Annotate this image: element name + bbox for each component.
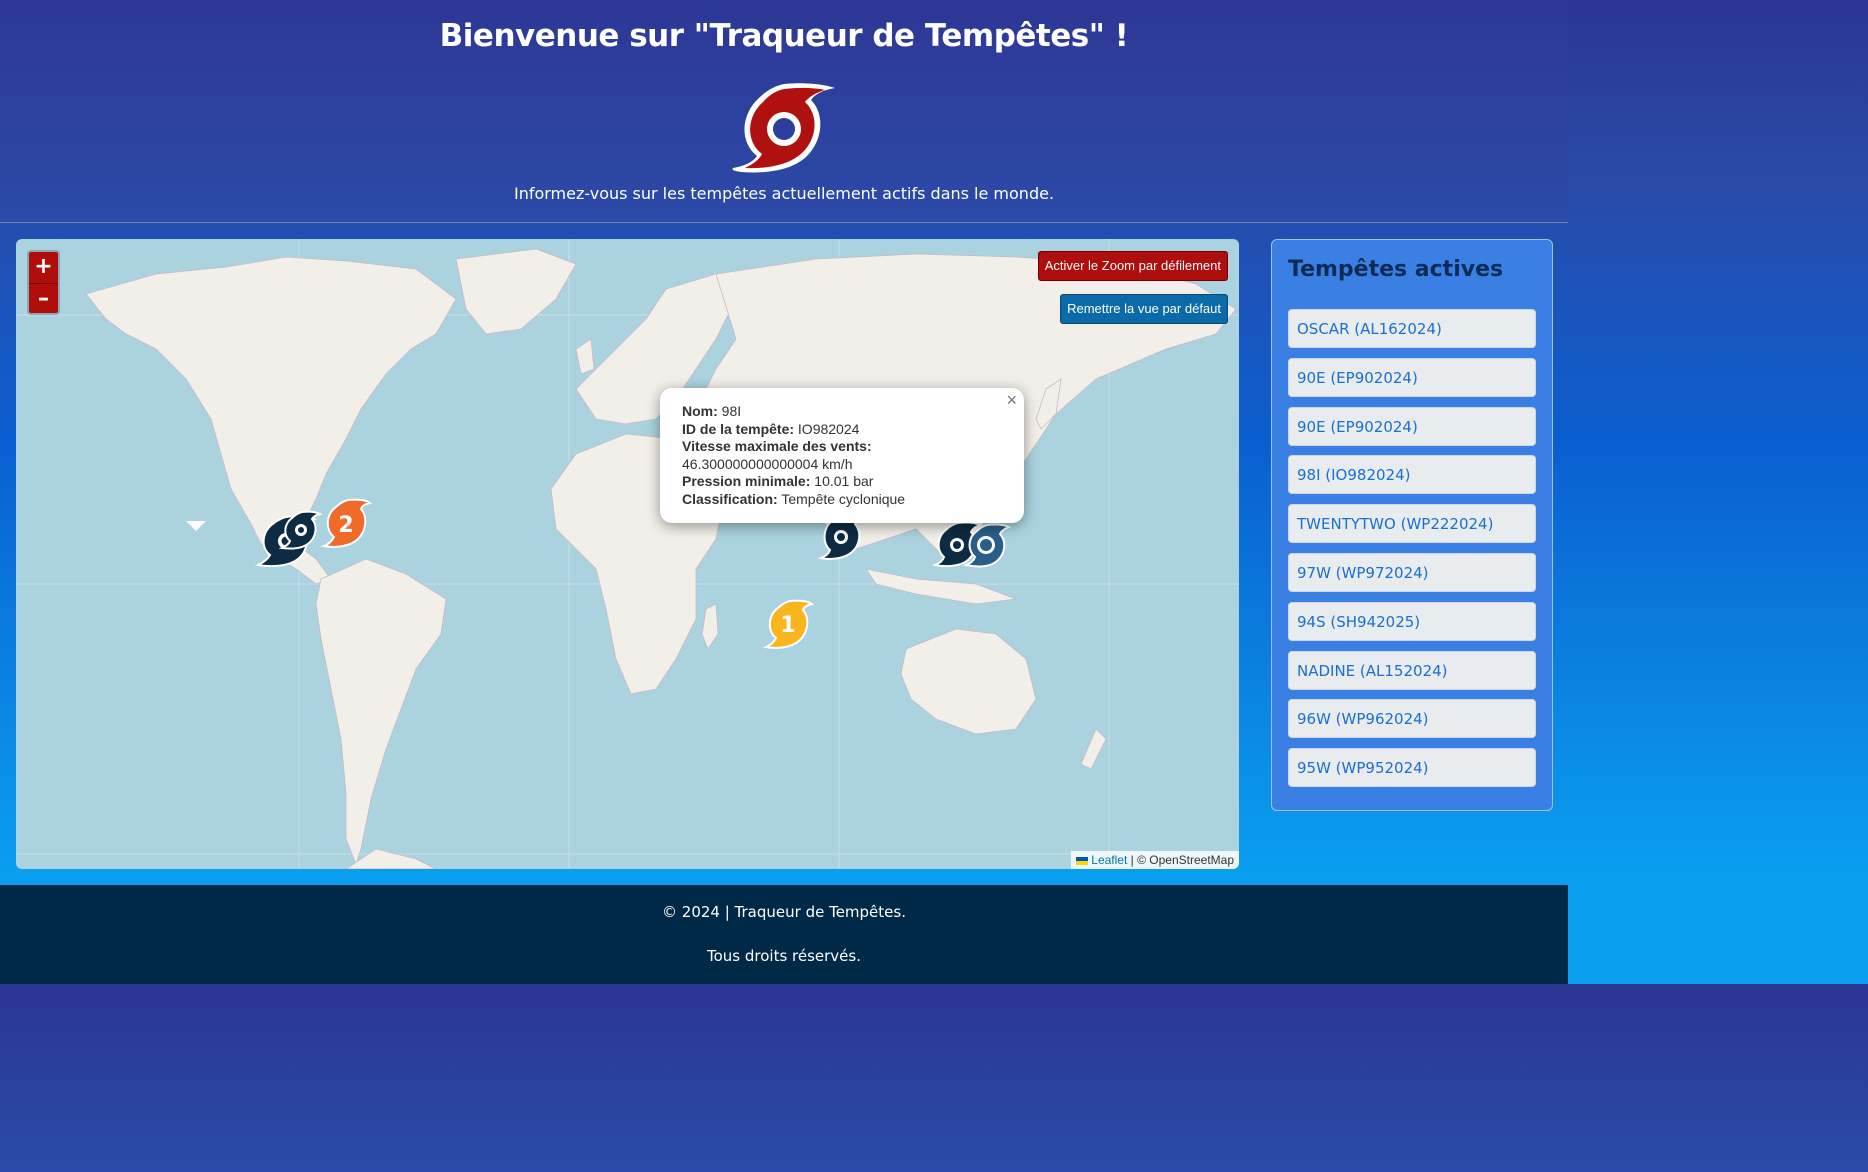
- storm-popup: × Nom: 98I ID de la tempête: IO982024 Vi…: [660, 388, 1024, 523]
- storm-list-item[interactable]: NADINE (AL152024): [1288, 650, 1536, 690]
- map-attribution: Leaflet | © OpenStreetMap: [1071, 851, 1239, 869]
- storm-list-item[interactable]: 90E (EP902024): [1288, 406, 1536, 446]
- popup-pressure-label: Pression minimale:: [682, 473, 811, 490]
- popup-name-row: Nom: 98I: [682, 403, 1002, 421]
- footer-rights: Tous droits réservés.: [706, 947, 861, 965]
- popup-id-value: IO982024: [797, 420, 860, 437]
- storm-marker-icon[interactable]: [278, 507, 322, 553]
- zoom-control: + –: [27, 250, 60, 315]
- storm-map[interactable]: 2 1 + – Activer le Zoom par défilement R…: [16, 239, 1239, 869]
- hurricane-logo-icon: [732, 83, 835, 173]
- marker-label: 1: [780, 613, 795, 638]
- popup-pressure-row: Pression minimale: 10.01 bar: [682, 473, 1002, 491]
- enable-scroll-zoom-button[interactable]: Activer le Zoom par défilement: [1037, 251, 1228, 281]
- popup-wind-label-row: Vitesse maximale des vents:: [682, 438, 1002, 456]
- popup-id-label: ID de la tempête:: [682, 420, 795, 437]
- storm-list-item[interactable]: 96W (WP962024): [1288, 699, 1536, 739]
- popup-class-value: Tempête cyclonique: [781, 490, 906, 507]
- popup-tip: [186, 521, 206, 531]
- storm-list-item[interactable]: TWENTYTWO (WP222024): [1288, 504, 1536, 544]
- storm-list: OSCAR (AL162024) 90E (EP902024) 90E (EP9…: [1288, 309, 1536, 797]
- popup-wind-value: 46.300000000000004 km/h: [682, 455, 853, 472]
- popup-name-label: Nom:: [682, 403, 718, 419]
- popup-wind-label: Vitesse maximale des vents:: [682, 438, 872, 455]
- page-title: Bienvenue sur "Traqueur de Tempêtes" !: [439, 18, 1129, 54]
- active-storms-title: Tempêtes actives: [1288, 257, 1504, 282]
- page-footer: © 2024 | Traqueur de Tempêtes. Tous droi…: [0, 885, 1568, 984]
- page-header: Bienvenue sur "Traqueur de Tempêtes" ! I…: [0, 0, 1568, 223]
- popup-class-label: Classification:: [682, 490, 778, 507]
- footer-copyright: © 2024 | Traqueur de Tempêtes.: [662, 903, 906, 921]
- popup-class-row: Classification: Tempête cyclonique: [682, 491, 1002, 509]
- ukraine-flag-icon: [1076, 856, 1089, 865]
- zoom-out-button[interactable]: –: [29, 283, 58, 313]
- leaflet-link[interactable]: Leaflet: [1091, 853, 1127, 867]
- zoom-in-button[interactable]: +: [29, 252, 58, 283]
- popup-close-button[interactable]: ×: [1006, 391, 1017, 410]
- active-storms-panel: Tempêtes actives OSCAR (AL162024) 90E (E…: [1271, 239, 1553, 811]
- popup-pressure-value: 10.01 bar: [814, 473, 874, 490]
- tagline: Informez-vous sur les tempêtes actuellem…: [513, 184, 1055, 203]
- storm-list-item[interactable]: 90E (EP902024): [1288, 357, 1536, 397]
- storm-list-item[interactable]: 94S (SH942025): [1288, 601, 1536, 641]
- popup-name-value: 98I: [721, 403, 742, 419]
- hurricane-cat1-icon[interactable]: 1: [760, 597, 814, 651]
- storm-marker-icon[interactable]: [961, 522, 1011, 568]
- reset-view-button[interactable]: Remettre la vue par défaut: [1060, 294, 1228, 324]
- marker-label: 2: [338, 513, 353, 538]
- world-map-tiles: [16, 239, 1239, 869]
- storm-list-item[interactable]: 97W (WP972024): [1288, 552, 1536, 592]
- hurricane-cat2-icon[interactable]: 2: [318, 495, 372, 551]
- popup-id-row: ID de la tempête: IO982024: [682, 421, 1002, 439]
- storm-list-item[interactable]: OSCAR (AL162024): [1288, 309, 1536, 348]
- storm-list-item[interactable]: 95W (WP952024): [1288, 748, 1536, 788]
- osm-attribution: | © OpenStreetMap: [1130, 853, 1234, 867]
- storm-list-item[interactable]: 98I (IO982024): [1288, 455, 1536, 495]
